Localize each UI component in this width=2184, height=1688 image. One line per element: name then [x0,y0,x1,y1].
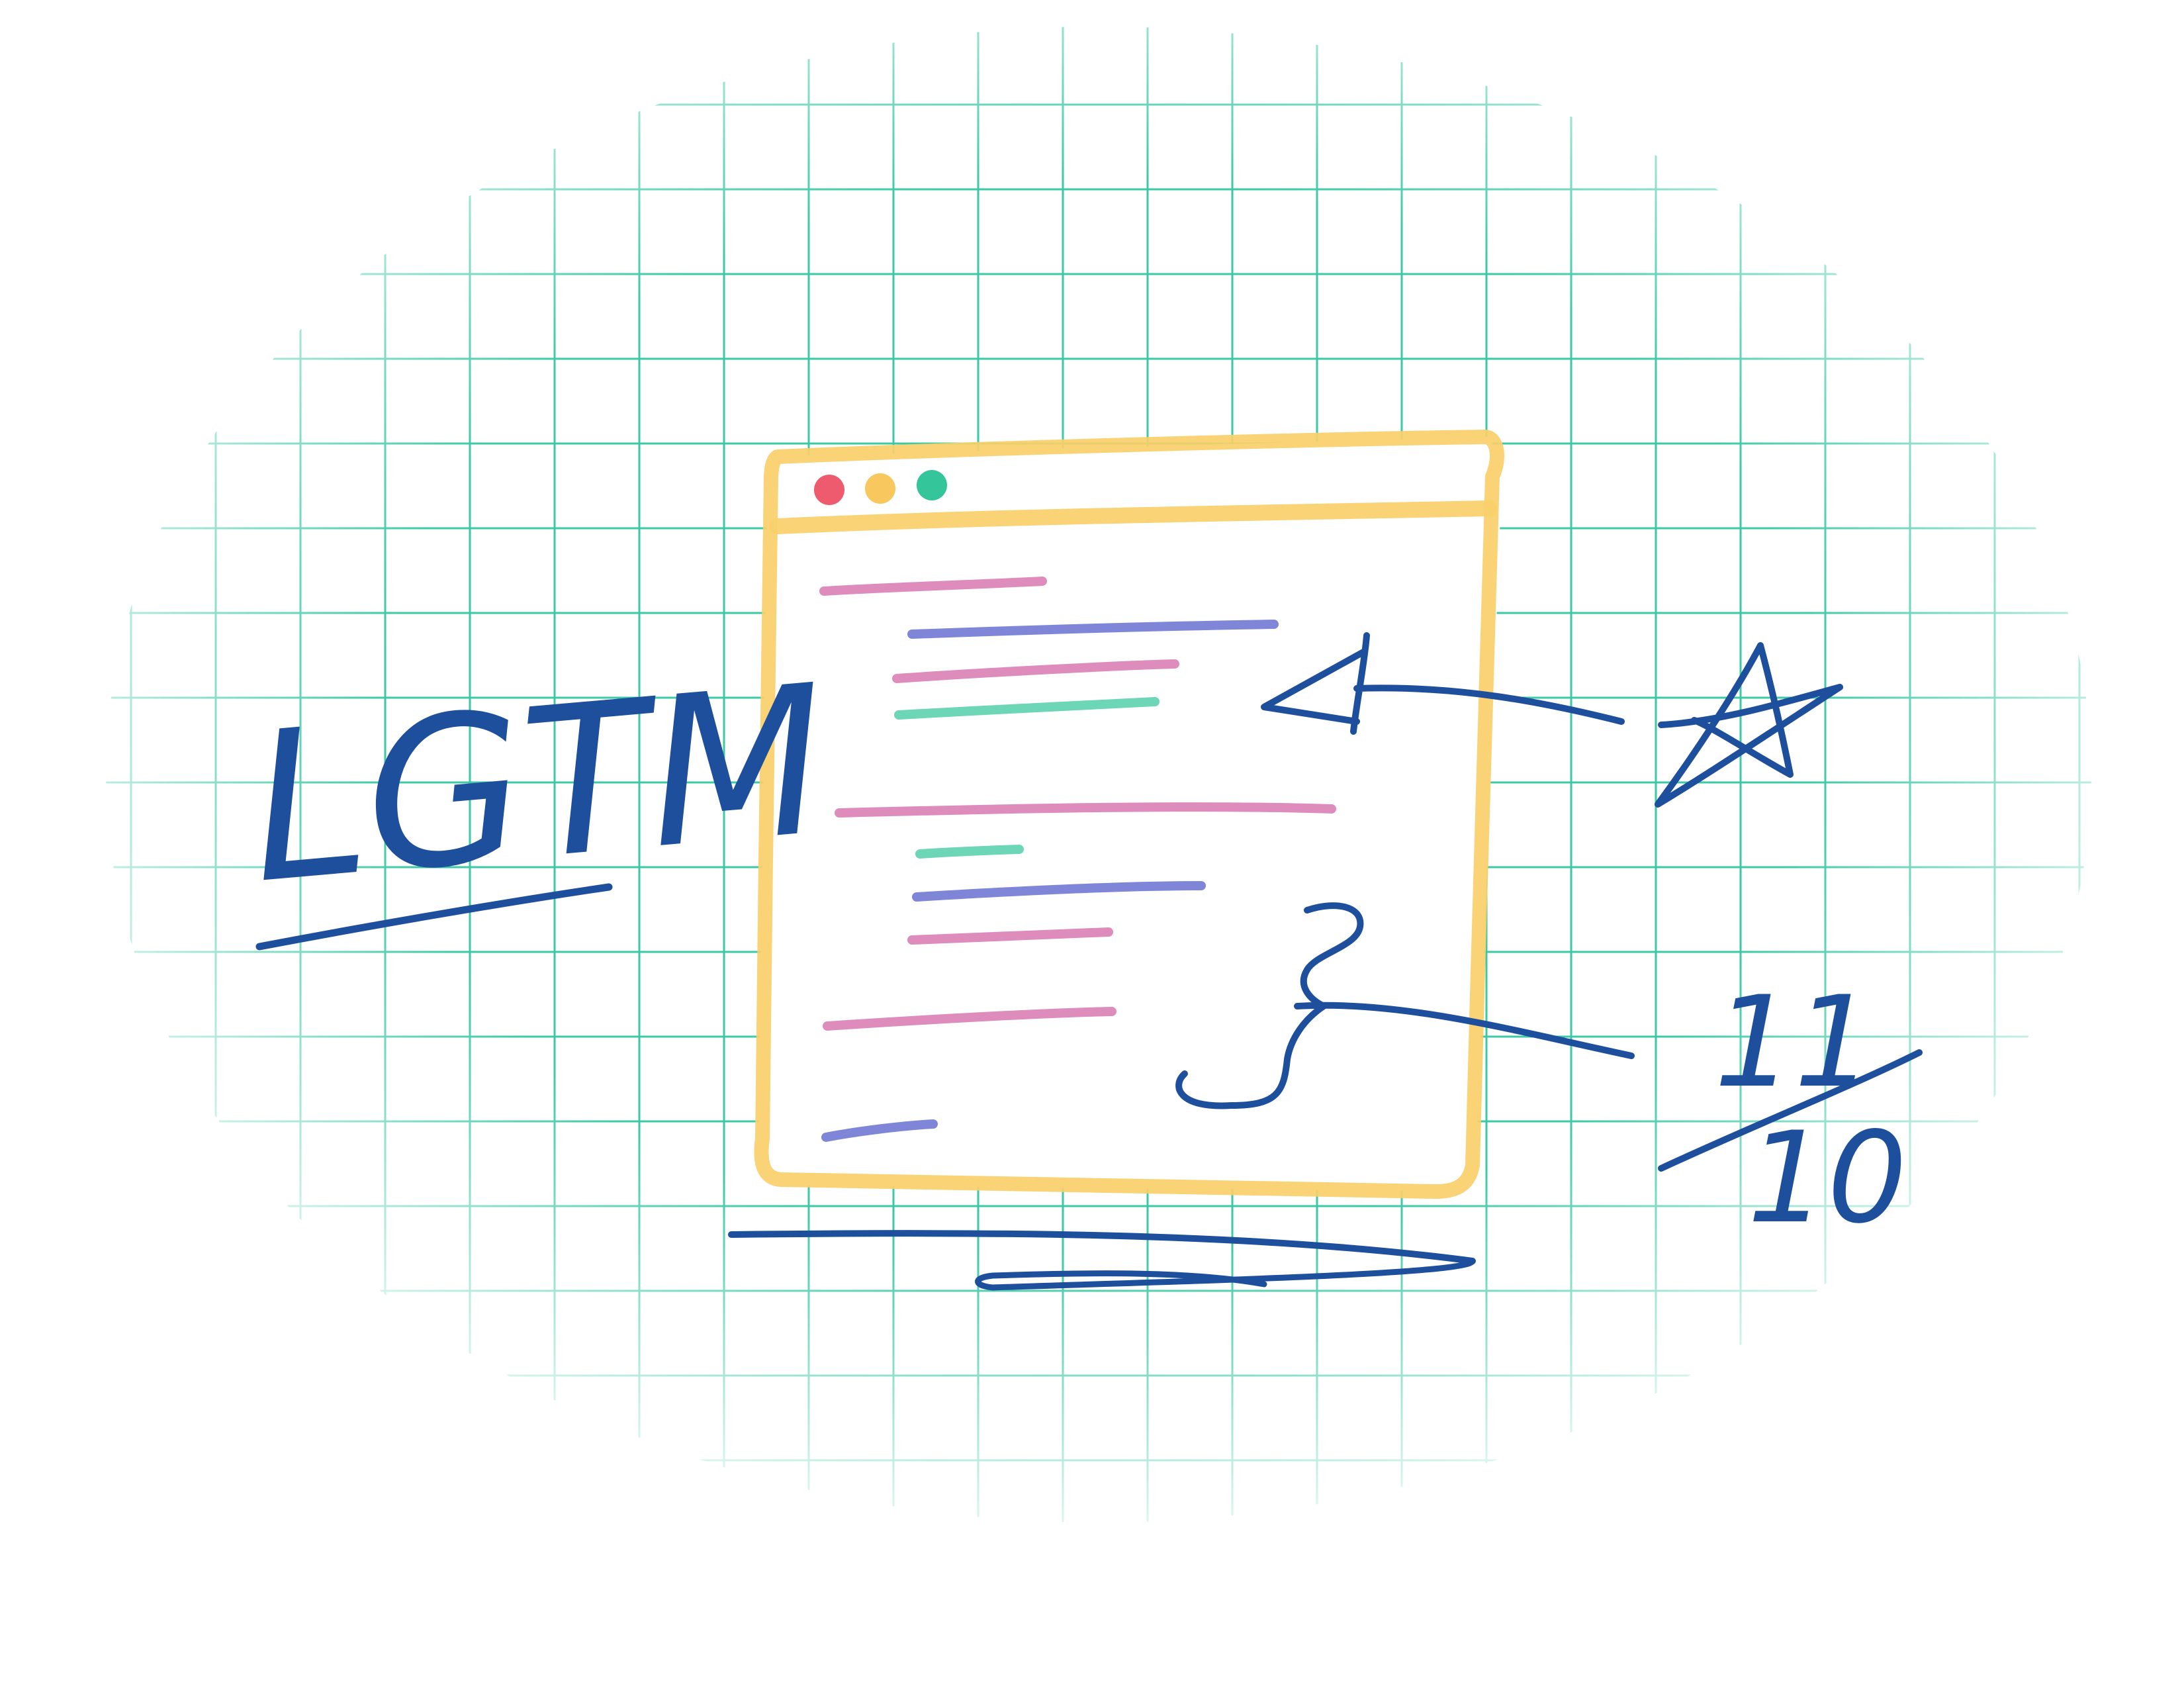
window-stand [728,1230,1476,1291]
browser-window-sketch [754,430,1504,1199]
lgtm-note: LGTM [242,641,836,951]
lgtm-text: LGTM [242,641,836,929]
code-line [915,845,1024,859]
rating-denominator: 10 [1747,1105,1907,1251]
star-icon [1655,642,1843,808]
minimize-dot [865,473,895,504]
rating-numerator: 11 [1714,969,1874,1115]
maximize-dot [917,470,947,500]
close-dot [814,475,844,505]
illustration-canvas: LGTM 11 10 [0,0,2184,1688]
